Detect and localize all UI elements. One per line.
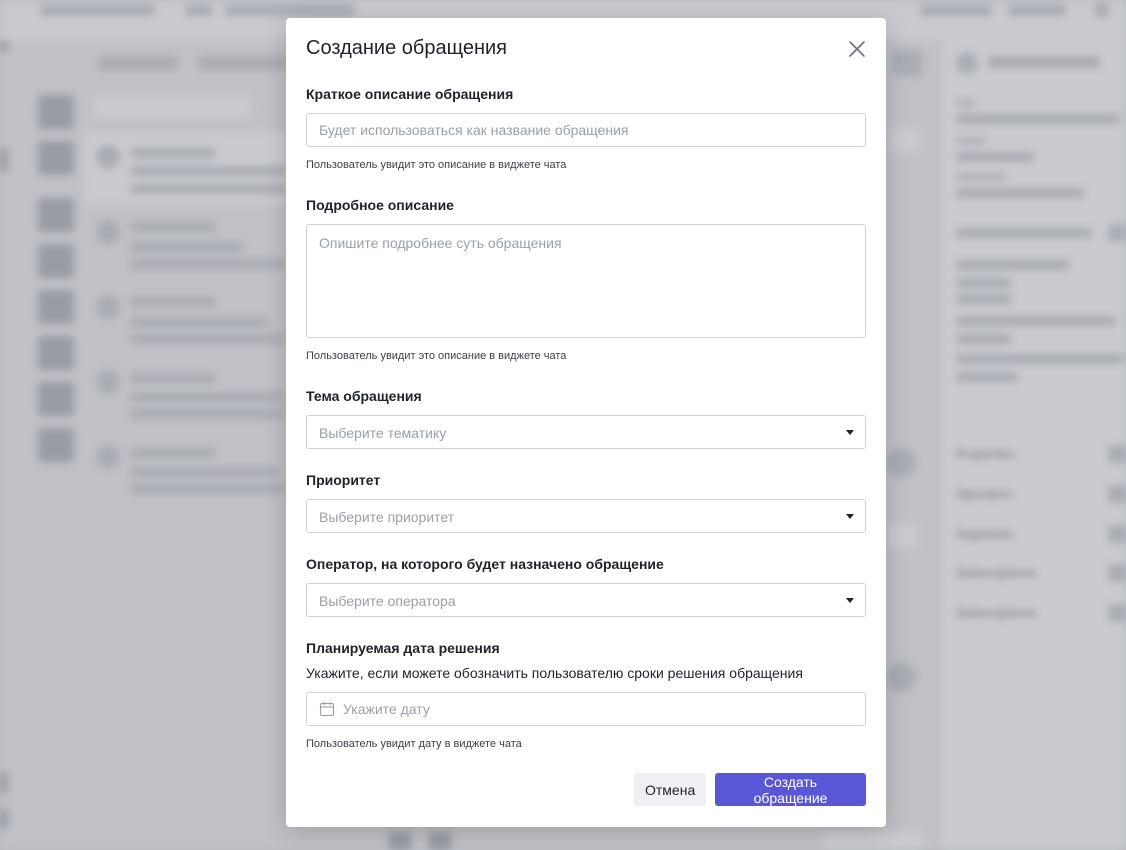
due-date-sublabel: Укажите, если можете обозначить пользова… bbox=[306, 665, 803, 681]
operator-label: Оператор, на которого будет назначено об… bbox=[306, 556, 664, 572]
short-description-hint: Пользователь увидит это описание в видже… bbox=[306, 159, 567, 171]
create-ticket-modal: Создание обращения Краткое описание обра… bbox=[286, 18, 886, 827]
due-date-picker[interactable] bbox=[306, 692, 866, 726]
priority-select-placeholder: Выберите приоритет bbox=[319, 509, 455, 525]
operator-select-placeholder: Выберите оператора bbox=[319, 593, 456, 609]
due-date-label: Планируемая дата решения bbox=[306, 640, 500, 656]
caret-down-icon bbox=[846, 514, 854, 519]
due-date-input[interactable] bbox=[343, 693, 843, 725]
modal-title: Создание обращения bbox=[306, 37, 507, 59]
topic-select-placeholder: Выберите тематику bbox=[319, 425, 447, 441]
full-description-label: Подробное описание bbox=[306, 197, 454, 213]
close-icon bbox=[849, 41, 865, 57]
short-description-input[interactable] bbox=[306, 113, 866, 147]
due-date-hint: Пользователь увидит дату в виджете чата bbox=[306, 738, 522, 750]
short-description-label: Краткое описание обращения bbox=[306, 86, 514, 102]
cancel-button[interactable]: Отмена bbox=[634, 773, 706, 806]
operator-select[interactable]: Выберите оператора bbox=[306, 583, 866, 617]
priority-select[interactable]: Выберите приоритет bbox=[306, 499, 866, 533]
calendar-icon bbox=[319, 701, 335, 722]
caret-down-icon bbox=[846, 430, 854, 435]
full-description-textarea[interactable] bbox=[306, 224, 866, 338]
close-button[interactable] bbox=[846, 38, 868, 60]
topic-label: Тема обращения bbox=[306, 388, 422, 404]
priority-label: Приоритет bbox=[306, 472, 381, 488]
full-description-hint: Пользователь увидит это описание в видже… bbox=[306, 350, 567, 362]
topic-select[interactable]: Выберите тематику bbox=[306, 415, 866, 449]
create-ticket-button[interactable]: Создать обращение bbox=[715, 773, 866, 806]
caret-down-icon bbox=[846, 598, 854, 603]
